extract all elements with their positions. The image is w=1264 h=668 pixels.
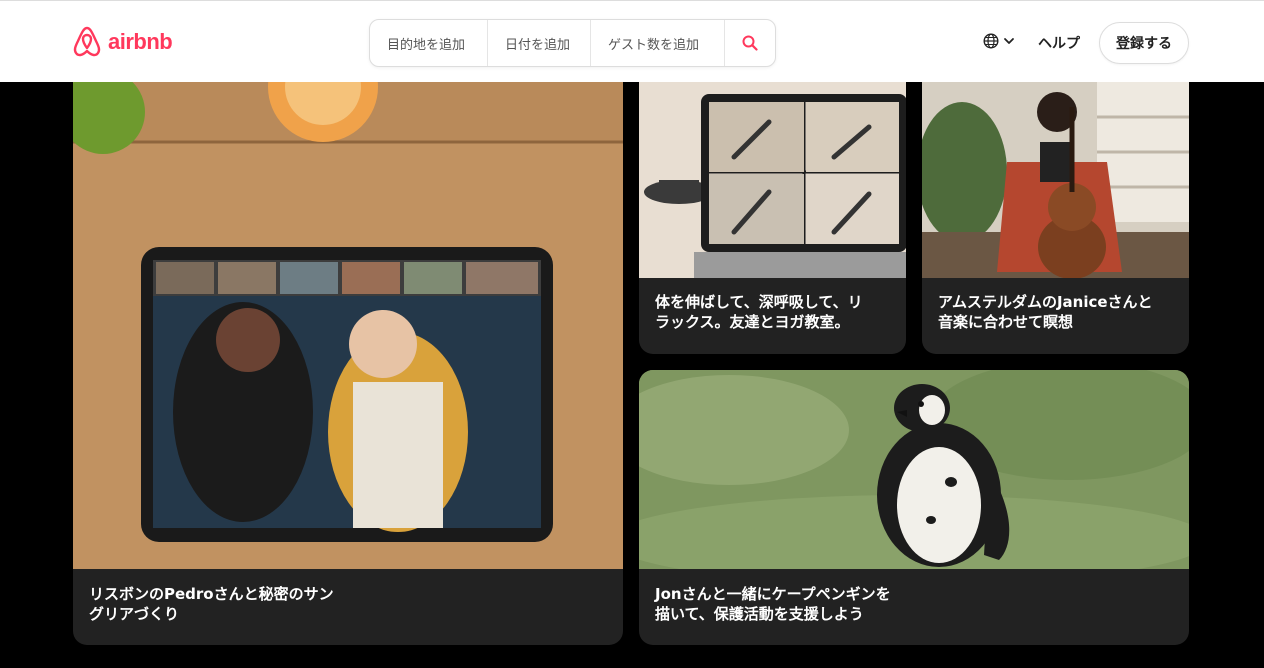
guests-field[interactable]: ゲスト数を追加: [591, 20, 725, 66]
card-caption: Jonさんと一緒にケープペンギンを 描いて、保護活動を支援しよう: [655, 584, 925, 624]
chevron-down-icon: [1004, 38, 1014, 44]
dates-field[interactable]: 日付を追加: [488, 20, 591, 66]
logo-text: airbnb: [108, 29, 173, 54]
caption-line: 描いて、保護活動を支援しよう: [655, 605, 864, 623]
card-image: [639, 82, 906, 278]
caption-line: ラックス。友達とヨガ教室。: [655, 313, 850, 331]
experience-card-penguin[interactable]: Jonさんと一緒にケープペンギンを 描いて、保護活動を支援しよう: [639, 370, 1189, 645]
card-image: [73, 82, 623, 569]
experience-card-yoga[interactable]: 体を伸ばして、深呼吸して、リ ラックス。友達とヨガ教室。: [639, 82, 906, 354]
caption-line: 体を伸ばして、深呼吸して、リ: [655, 293, 863, 311]
airbnb-logo-icon: [73, 26, 101, 57]
caption-line: アムステルダムのJaniceさんと: [938, 293, 1153, 311]
language-selector[interactable]: [983, 33, 1015, 49]
airbnb-logo[interactable]: airbnb: [72, 26, 173, 58]
signup-button[interactable]: 登録する: [1099, 22, 1189, 64]
search-button[interactable]: [725, 20, 775, 66]
experience-card-sangria[interactable]: リスボンのPedroさんと秘密のサン グリアづくり: [73, 82, 623, 645]
help-link[interactable]: ヘルプ: [1038, 33, 1080, 53]
card-caption: 体を伸ばして、深呼吸して、リ ラックス。友達とヨガ教室。: [655, 292, 890, 332]
experience-card-cello[interactable]: アムステルダムのJaniceさんと 音楽に合わせて瞑想: [922, 82, 1189, 354]
top-nav: airbnb 目的地を追加 日付を追加 ゲスト数を追加 ヘルプ 登録する: [0, 0, 1264, 82]
caption-line: 音楽に合わせて瞑想: [938, 313, 1074, 331]
search-bar[interactable]: 目的地を追加 日付を追加 ゲスト数を追加: [369, 19, 776, 67]
destination-field[interactable]: 目的地を追加: [370, 20, 488, 66]
caption-line: グリアづくり: [89, 605, 180, 623]
globe-icon: [983, 33, 999, 49]
card-image: [639, 370, 1189, 569]
card-caption: リスボンのPedroさんと秘密のサン グリアづくり: [89, 584, 359, 624]
card-image: [922, 82, 1189, 278]
caption-line: Jonさんと一緒にケープペンギンを: [655, 585, 891, 603]
card-caption: アムステルダムのJaniceさんと 音楽に合わせて瞑想: [938, 292, 1173, 332]
search-icon: [742, 35, 758, 51]
caption-line: リスボンのPedroさんと秘密のサン: [89, 585, 334, 603]
